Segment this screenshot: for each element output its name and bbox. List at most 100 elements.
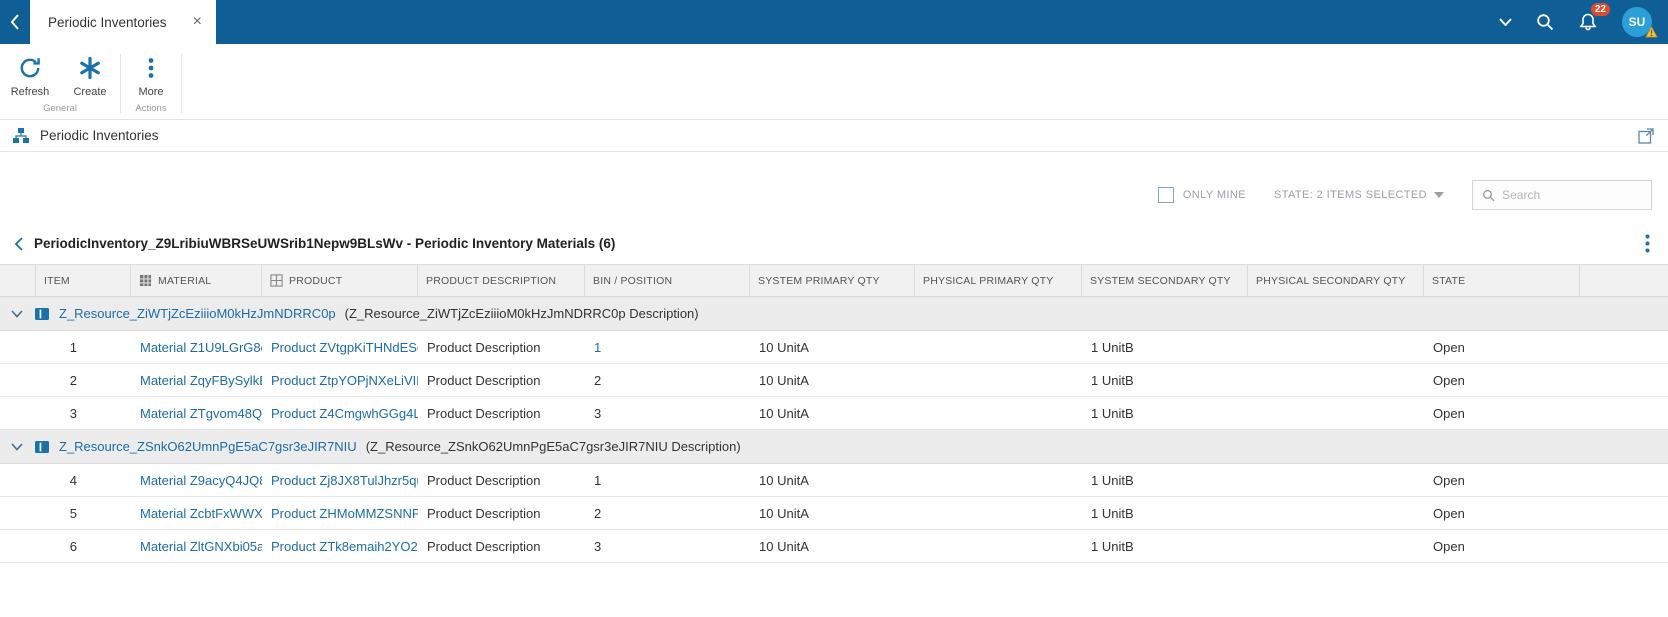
table-row: 4 Material Z9acyQ4JQ8NrBS Product Zj8JX8…	[0, 464, 1668, 497]
group-resource-description: (Z_Resource_ZSnkO62UmnPgE5aC7gsr3eJIR7NI…	[365, 439, 741, 454]
tab-title: Periodic Inventories	[48, 14, 167, 30]
filler-cell	[1580, 397, 1668, 429]
warning-badge-icon	[1645, 26, 1658, 41]
section-header: PeriodicInventory_Z9LribiuWBRSeUWSrib1Ne…	[0, 212, 1668, 264]
state-cell: Open	[1433, 372, 1465, 388]
column-header-item[interactable]: ITEM	[36, 265, 131, 296]
hierarchy-icon	[13, 127, 29, 143]
state-filter-dropdown[interactable]: STATE: 2 ITEMS SELECTED	[1274, 189, 1444, 201]
chevron-left-icon[interactable]	[14, 236, 23, 251]
column-label: SYSTEM SECONDARY QTY	[1090, 274, 1231, 287]
toolbar-separator	[181, 54, 182, 113]
section-menu-button[interactable]	[1645, 234, 1650, 253]
system-secondary-qty-cell: 1 UnitB	[1091, 372, 1134, 388]
state-cell: Open	[1433, 405, 1465, 421]
product-link[interactable]: Product ZtpYOPjNXeLiVIHS	[271, 373, 418, 388]
grid-plus-icon	[270, 274, 283, 287]
table-row: 5 Material ZcbtFxWWX0fGCc Product ZHMoMM…	[0, 497, 1668, 530]
notifications-button[interactable]: 22	[1578, 3, 1610, 32]
system-primary-qty-cell: 10 UnitA	[759, 538, 809, 554]
chevron-down-icon	[11, 442, 23, 451]
more-button[interactable]: More	[121, 44, 181, 100]
physical-secondary-qty-cell	[1248, 364, 1424, 396]
product-link[interactable]: Product ZVtgpKiTHNdESgS	[271, 340, 418, 355]
bin-position-cell: 3	[594, 405, 602, 421]
column-header-product[interactable]: PRODUCT	[262, 265, 418, 296]
tab-close-icon[interactable]: ×	[193, 14, 202, 30]
row-gutter	[0, 331, 36, 363]
group-resource-link[interactable]: Z_Resource_ZiWTjZcEziiioM0kHzJmNDRRC0p	[59, 306, 336, 321]
column-label: STATE	[1432, 274, 1466, 287]
physical-primary-qty-cell	[915, 397, 1082, 429]
toolbar-group-actions: More Actions	[121, 44, 181, 119]
bin-position-cell: 2	[594, 505, 602, 521]
product-description-cell: Product Description	[427, 472, 541, 488]
toolbar-group-general: Refresh Create General	[0, 44, 120, 119]
row-gutter	[0, 464, 36, 496]
product-description-cell: Product Description	[427, 372, 541, 388]
column-header-physical-secondary-qty[interactable]: PHYSICAL SECONDARY QTY	[1248, 265, 1424, 296]
tab-periodic-inventories[interactable]: Periodic Inventories ×	[30, 0, 216, 44]
state-cell: Open	[1433, 472, 1465, 488]
collapse-group-button[interactable]	[11, 309, 23, 318]
column-header-product-description[interactable]: PRODUCT DESCRIPTION	[418, 265, 585, 296]
gutter-header-cell	[0, 265, 36, 296]
only-mine-checkbox[interactable]	[1157, 187, 1174, 203]
search-input[interactable]	[1502, 188, 1642, 202]
system-secondary-qty-cell: 1 UnitB	[1091, 505, 1134, 521]
physical-secondary-qty-cell	[1248, 331, 1424, 363]
column-header-material[interactable]: MATERIAL	[131, 265, 262, 296]
filter-bar: ONLY MINE STATE: 2 ITEMS SELECTED	[0, 152, 1668, 212]
ribbon-toolbar: Refresh Create General More Actions	[0, 44, 1668, 120]
column-label: SYSTEM PRIMARY QTY	[758, 274, 880, 287]
bin-position-cell: 2	[594, 372, 602, 388]
filler-cell	[1580, 530, 1668, 562]
column-label: PRODUCT	[289, 274, 343, 287]
product-link[interactable]: Product ZHMoMMZSNNPl	[271, 506, 418, 521]
page-title-bar: Periodic Inventories	[0, 120, 1668, 152]
product-link[interactable]: Product Zj8JX8TulJhzr5quv	[271, 473, 418, 488]
material-link[interactable]: Material ZcbtFxWWX0fGCc	[140, 506, 262, 521]
kebab-menu-icon	[1645, 234, 1650, 253]
physical-secondary-qty-cell	[1248, 397, 1424, 429]
product-description-cell: Product Description	[427, 405, 541, 421]
material-link[interactable]: Material ZqyFBySylkBRlmy	[140, 373, 262, 388]
column-header-state[interactable]: STATE	[1424, 265, 1580, 296]
refresh-button[interactable]: Refresh	[0, 44, 60, 100]
search-box[interactable]	[1472, 180, 1652, 210]
column-header-system-primary-qty[interactable]: SYSTEM PRIMARY QTY	[750, 265, 915, 296]
product-link[interactable]: Product Z4CmgwhGGg4Lq	[271, 406, 418, 421]
table-header-row: ITEM MATERIAL PRODUCT PRODUCT DESCRIPTIO…	[0, 265, 1668, 297]
back-button[interactable]	[0, 0, 30, 44]
toolbar-collapse-chevron[interactable]	[1499, 18, 1512, 26]
refresh-label: Refresh	[10, 86, 50, 98]
column-header-physical-primary-qty[interactable]: PHYSICAL PRIMARY QTY	[915, 265, 1082, 296]
only-mine-toggle[interactable]: ONLY MINE	[1157, 187, 1246, 203]
column-header-system-secondary-qty[interactable]: SYSTEM SECONDARY QTY	[1082, 265, 1248, 296]
product-description-cell: Product Description	[427, 339, 541, 355]
global-search-button[interactable]	[1536, 13, 1554, 31]
user-avatar[interactable]: SU	[1622, 7, 1658, 38]
group-resource-link[interactable]: Z_Resource_ZSnkO62UmnPgE5aC7gsr3eJIR7NIU	[59, 439, 357, 454]
open-panel-button[interactable]	[1638, 127, 1654, 144]
physical-primary-qty-cell	[915, 530, 1082, 562]
bin-position-cell[interactable]: 1	[585, 331, 750, 363]
column-header-bin-position[interactable]: BIN / POSITION	[585, 265, 750, 296]
more-label: More	[138, 86, 164, 98]
material-link[interactable]: Material Z1U9LGrG8oq4w	[140, 340, 262, 355]
resource-board-icon	[35, 440, 49, 453]
item-cell: 3	[69, 405, 77, 421]
collapse-group-button[interactable]	[11, 442, 23, 451]
column-label: ITEM	[44, 274, 70, 287]
product-link[interactable]: Product ZTk8emaih2YO2u	[271, 539, 418, 554]
row-gutter	[0, 397, 36, 429]
create-button[interactable]: Create	[60, 44, 120, 100]
item-cell: 4	[69, 472, 77, 488]
physical-secondary-qty-cell	[1248, 530, 1424, 562]
material-link[interactable]: Material ZltGNXbi05amotc	[140, 539, 262, 554]
item-cell: 5	[69, 505, 77, 521]
material-link[interactable]: Material Z9acyQ4JQ8NrBS	[140, 473, 262, 488]
system-primary-qty-cell: 10 UnitA	[759, 472, 809, 488]
material-link[interactable]: Material ZTgvom48QO59X	[140, 406, 262, 421]
search-icon	[1482, 189, 1495, 201]
